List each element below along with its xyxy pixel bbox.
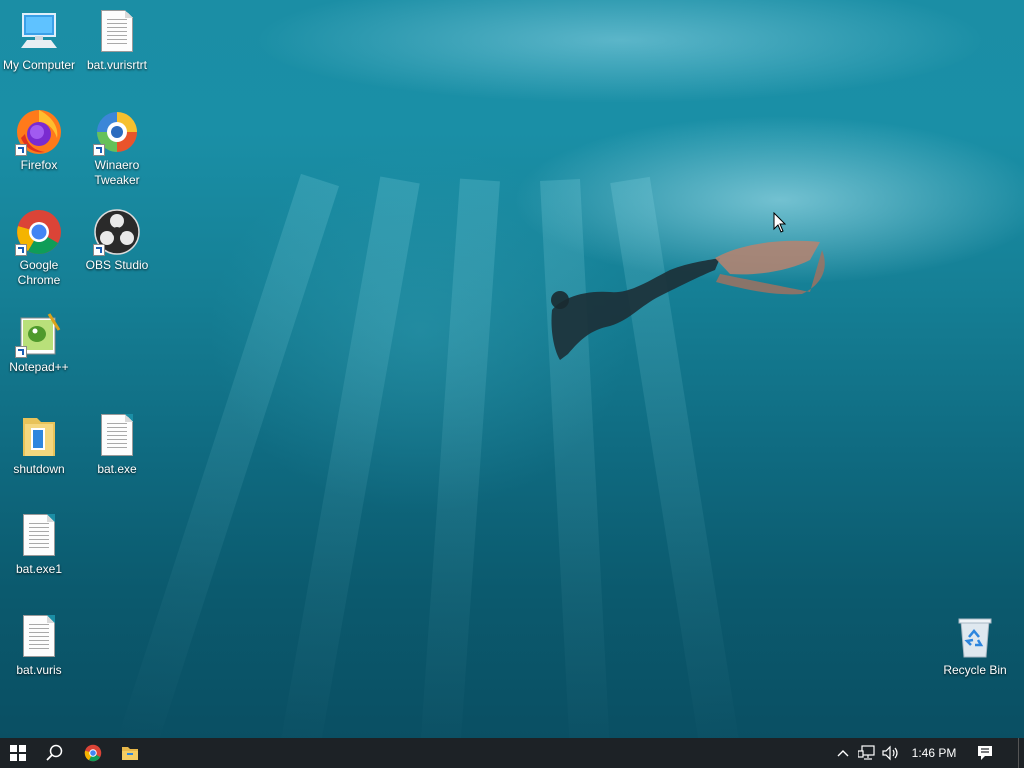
volume-icon xyxy=(882,745,898,761)
wallpaper-diver xyxy=(551,240,825,360)
desktop-icon-label: OBS Studio xyxy=(85,258,149,272)
text-file-icon xyxy=(93,8,141,56)
desktop-icon-label: My Computer xyxy=(2,58,76,72)
desktop-icon-label: bat.exe1 xyxy=(15,562,63,576)
desktop-icon-label: bat.exe xyxy=(97,462,137,476)
chrome-icon xyxy=(15,208,63,256)
desktop-icon-label: Winaero Tweaker xyxy=(94,158,140,187)
network-button[interactable] xyxy=(856,738,878,768)
desktop-icon-bat-vurisrtrt[interactable]: bat.vurisrtrt xyxy=(78,8,156,73)
shortcut-arrow-icon xyxy=(93,244,105,256)
desktop-icon-label: Google Chrome xyxy=(17,258,61,287)
show-desktop-button[interactable] xyxy=(1018,738,1024,768)
network-icon xyxy=(858,745,875,760)
desktop-icon-notepad-plus-plus[interactable]: Notepad++ xyxy=(0,310,78,375)
computer-icon xyxy=(15,8,63,56)
desktop-icon-obs-studio[interactable]: OBS Studio xyxy=(78,208,156,273)
start-button[interactable] xyxy=(0,738,36,768)
desktop-icon-my-computer[interactable]: My Computer xyxy=(0,8,78,73)
desktop-icon-google-chrome[interactable]: Google Chrome xyxy=(0,208,78,288)
folder-icon xyxy=(15,412,63,460)
winaero-tweaker-icon xyxy=(93,108,141,156)
text-file-icon xyxy=(15,613,63,661)
desktop-icon-bat-vuris[interactable]: bat.vuris xyxy=(0,613,78,678)
desktop-background[interactable]: My Computer bat.vurisrtrt Firefox Winaer… xyxy=(0,0,1024,738)
desktop-icon-shutdown[interactable]: shutdown xyxy=(0,412,78,477)
shortcut-arrow-icon xyxy=(15,244,27,256)
clock-button[interactable]: 1:46 PM xyxy=(906,738,962,768)
chrome-icon xyxy=(84,744,102,762)
windows-start-icon xyxy=(10,745,26,761)
text-file-icon xyxy=(93,412,141,460)
action-center-icon xyxy=(978,746,992,760)
action-center-button[interactable] xyxy=(970,738,1000,768)
desktop-icon-label: shutdown xyxy=(13,462,65,476)
desktop-icon-label: Notepad++ xyxy=(9,360,69,374)
desktop-icon-winaero-tweaker[interactable]: Winaero Tweaker xyxy=(78,108,156,188)
shortcut-arrow-icon xyxy=(93,144,105,156)
firefox-icon xyxy=(15,108,63,156)
mouse-cursor-icon xyxy=(773,212,787,233)
taskbar: 1:46 PM xyxy=(0,738,1024,768)
desktop-icon-label: bat.vuris xyxy=(16,663,62,677)
taskbar-chrome-button[interactable] xyxy=(74,738,112,768)
show-hidden-icons-button[interactable] xyxy=(834,738,852,768)
recycle-bin-icon xyxy=(951,613,999,661)
desktop-icon-label: Firefox xyxy=(20,158,58,172)
taskbar-file-explorer-button[interactable] xyxy=(112,738,148,768)
notepad-plus-plus-icon xyxy=(15,310,63,358)
desktop-icon-label: Recycle Bin xyxy=(943,663,1007,677)
volume-button[interactable] xyxy=(880,738,902,768)
chevron-up-icon xyxy=(837,750,849,757)
desktop-icon-recycle-bin[interactable]: Recycle Bin xyxy=(936,613,1014,678)
desktop-icon-bat-exe[interactable]: bat.exe xyxy=(78,412,156,477)
desktop-icon-label: bat.vurisrtrt xyxy=(86,58,147,72)
obs-studio-icon xyxy=(93,208,141,256)
text-file-icon xyxy=(15,512,63,560)
desktop-icon-firefox[interactable]: Firefox xyxy=(0,108,78,173)
search-icon xyxy=(46,744,63,761)
search-button[interactable] xyxy=(36,738,74,768)
file-explorer-icon xyxy=(122,747,138,760)
desktop-icon-bat-exe1[interactable]: bat.exe1 xyxy=(0,512,78,577)
clock-time: 1:46 PM xyxy=(911,746,957,760)
light-ray xyxy=(418,178,500,738)
shortcut-arrow-icon xyxy=(15,346,27,358)
shortcut-arrow-icon xyxy=(15,144,27,156)
